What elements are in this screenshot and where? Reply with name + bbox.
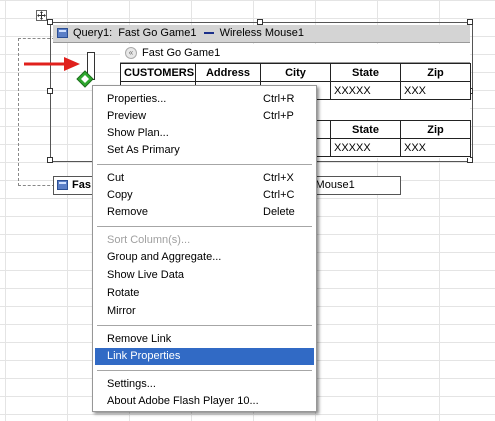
- menu-item-cut[interactable]: Cut Ctrl+X: [95, 170, 314, 187]
- query-window-icon: [57, 28, 68, 38]
- resize-handle-bl[interactable]: [47, 157, 53, 163]
- menu-item-set-as-primary[interactable]: Set As Primary: [95, 142, 314, 159]
- menu-item-copy[interactable]: Copy Ctrl+C: [95, 187, 314, 204]
- menu-item-preview[interactable]: Preview Ctrl+P: [95, 108, 314, 125]
- menu-item-label: Show Live Data: [107, 269, 185, 281]
- table-header-cell[interactable]: Zip: [400, 63, 471, 82]
- red-arrow-icon: [24, 57, 80, 71]
- title-game: Fast Go Game1: [118, 27, 197, 39]
- collapse-chevron-icon[interactable]: «: [125, 47, 137, 59]
- menu-item-label: Cut: [107, 172, 125, 184]
- resize-handle-ml[interactable]: [47, 88, 53, 94]
- table-subtitle-bar: « Fast Go Game1: [120, 44, 470, 63]
- table-cell: XXXXX: [330, 81, 401, 100]
- menu-item-label: Group and Aggregate...: [107, 251, 222, 263]
- menu-item-about-flash[interactable]: About Adobe Flash Player 10...: [95, 393, 314, 410]
- menu-separator: [97, 226, 312, 227]
- table-header-cell[interactable]: Zip: [400, 120, 471, 139]
- menu-item-show-plan[interactable]: Show Plan...: [95, 125, 314, 142]
- context-menu: Properties... Ctrl+R Preview Ctrl+P Show…: [92, 85, 317, 412]
- second-window-title: Fas: [72, 179, 91, 191]
- menu-item-label: Show Plan...: [107, 127, 169, 139]
- menu-separator: [97, 370, 312, 371]
- menu-item-properties[interactable]: Properties... Ctrl+R: [95, 91, 314, 108]
- menu-item-remove[interactable]: Remove Delete: [95, 204, 314, 221]
- menu-item-show-live-data[interactable]: Show Live Data: [95, 267, 314, 284]
- menu-item-shortcut: Ctrl+R: [263, 93, 295, 105]
- menu-item-link-properties[interactable]: Link Properties: [95, 348, 314, 365]
- table-cell: XXX: [400, 138, 471, 157]
- menu-item-shortcut: Delete: [263, 206, 295, 218]
- menu-item-group-and-aggregate[interactable]: Group and Aggregate...: [95, 249, 314, 266]
- table-cell: XXXXX: [330, 138, 401, 157]
- menu-item-label: Remove Link: [107, 333, 172, 345]
- title-product: Wireless Mouse1: [219, 27, 304, 39]
- query-window-icon: [57, 180, 68, 190]
- menu-item-label: Settings...: [107, 378, 156, 390]
- menu-item-label: Remove: [107, 206, 148, 218]
- table-cell: XXX: [400, 81, 471, 100]
- menu-item-label: Preview: [107, 110, 147, 122]
- table-header-cell[interactable]: Address: [195, 63, 261, 82]
- menu-item-label: About Adobe Flash Player 10...: [107, 395, 259, 407]
- menu-item-label: Set As Primary: [107, 144, 180, 156]
- menu-item-label: Properties...: [107, 93, 167, 105]
- table-header-cell[interactable]: CUSTOMERS: [120, 63, 196, 82]
- menu-separator: [97, 325, 312, 326]
- menu-item-settings[interactable]: Settings...: [95, 376, 314, 393]
- menu-item-mirror[interactable]: Mirror: [95, 303, 314, 320]
- menu-item-label: Copy: [107, 189, 133, 201]
- menu-item-shortcut: Ctrl+X: [263, 172, 294, 184]
- menu-item-shortcut: Ctrl+P: [263, 110, 294, 122]
- table-header-cell[interactable]: City: [260, 63, 331, 82]
- menu-item-remove-link[interactable]: Remove Link: [95, 331, 314, 348]
- menu-item-sort-columns: Sort Column(s)...: [95, 232, 314, 249]
- menu-item-label: Rotate: [107, 287, 140, 299]
- table-header-row: CUSTOMERS Address City State Zip: [120, 63, 471, 82]
- menu-separator: [97, 164, 312, 165]
- table-header-cell[interactable]: State: [330, 63, 401, 82]
- query-window-title: Query1: Fast Go Game1 Wireless Mouse1: [73, 25, 304, 42]
- move-cross-icon[interactable]: [36, 10, 47, 21]
- menu-item-label: Sort Column(s)...: [107, 234, 191, 246]
- title-prefix: Query1:: [73, 27, 113, 39]
- link-line-icon: [203, 32, 214, 35]
- menu-item-label: Link Properties: [107, 350, 181, 362]
- table-header-cell[interactable]: State: [330, 120, 401, 139]
- table-subtitle: Fast Go Game1: [142, 47, 221, 59]
- menu-item-shortcut: Ctrl+C: [263, 189, 295, 201]
- menu-item-rotate[interactable]: Rotate: [95, 285, 314, 302]
- query-window-titlebar[interactable]: Query1: Fast Go Game1 Wireless Mouse1: [53, 25, 470, 43]
- menu-item-label: Mirror: [107, 305, 136, 317]
